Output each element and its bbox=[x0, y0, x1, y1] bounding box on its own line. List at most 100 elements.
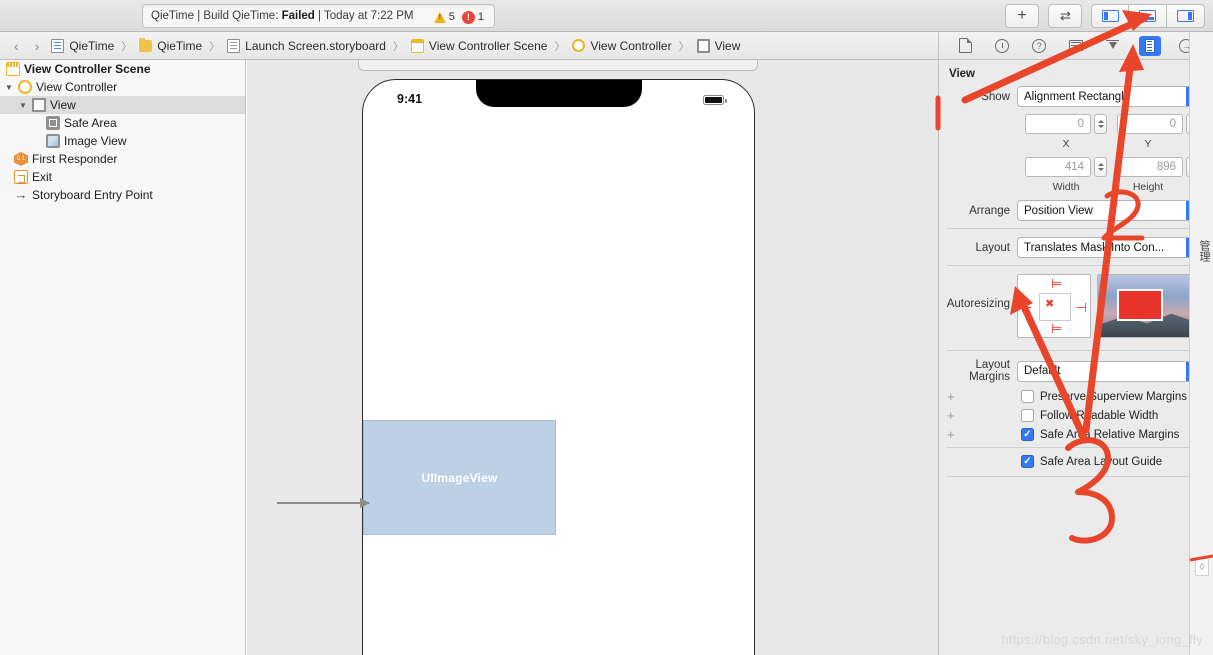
autoresizing-top-strut-icon[interactable]: ⊨ bbox=[1051, 277, 1062, 290]
safe-area-layout-guide-checkbox[interactable] bbox=[1021, 455, 1034, 468]
autoresizing-left-strut-icon[interactable]: ⊢ bbox=[1021, 301, 1032, 314]
history-inspector-tab[interactable] bbox=[991, 36, 1013, 56]
follow-readable-width-checkbox[interactable] bbox=[1021, 409, 1034, 422]
height-field-group: 896 bbox=[1117, 157, 1199, 177]
breadcrumb-item-group[interactable]: QieTime bbox=[139, 37, 202, 53]
autoresizing-control[interactable]: ⊨ ⊨ ⊢ ⊣ ✖ bbox=[1017, 274, 1091, 338]
y-label: Y bbox=[1144, 138, 1152, 150]
show-row: Show Alignment Rectangle bbox=[939, 86, 1213, 107]
preserve-superview-margins-label: Preserve Superview Margins bbox=[1040, 390, 1188, 403]
error-icon[interactable] bbox=[461, 10, 475, 24]
outline-row-image-view[interactable]: Image View bbox=[0, 132, 245, 150]
breadcrumb-item-scene[interactable]: View Controller Scene bbox=[410, 38, 547, 53]
inspector-tab-bar bbox=[939, 32, 1213, 60]
breadcrumb-label: Launch Screen.storyboard bbox=[245, 38, 386, 53]
add-constraint-plus-icon[interactable]: + bbox=[947, 409, 955, 422]
autoresizing-right-strut-icon[interactable]: ⊣ bbox=[1076, 301, 1087, 314]
attributes-inspector-tab[interactable] bbox=[1102, 36, 1124, 56]
storyboard-icon bbox=[227, 38, 241, 53]
autoresizing-preview bbox=[1097, 274, 1193, 338]
outline-label: Safe Area bbox=[64, 116, 117, 130]
x-input[interactable]: 0 bbox=[1025, 114, 1091, 134]
interface-builder-canvas[interactable]: 9:41 UIImageView bbox=[247, 60, 938, 655]
autoresizing-label: Autoresizing bbox=[946, 298, 1010, 310]
navigator-toggle-button[interactable] bbox=[1091, 4, 1129, 28]
width-field-group: 414 bbox=[1025, 157, 1107, 177]
layout-value: Translates Mask Into Con... bbox=[1024, 241, 1165, 254]
outline-row-view-controller[interactable]: ▼ View Controller bbox=[0, 78, 245, 96]
stepper-up-icon bbox=[1097, 120, 1104, 123]
preserve-superview-margins-row[interactable]: + Preserve Superview Margins bbox=[939, 390, 1213, 403]
breadcrumb-item-view[interactable]: View bbox=[696, 38, 740, 53]
y-input[interactable]: 0 bbox=[1117, 114, 1183, 134]
slider-down-icon bbox=[1106, 39, 1120, 52]
size-inspector-tab[interactable] bbox=[1138, 35, 1161, 56]
outline-label: View Controller bbox=[36, 80, 118, 94]
breadcrumb-item-storyboard[interactable]: Launch Screen.storyboard bbox=[227, 38, 386, 53]
autoresizing-spring-icon[interactable]: ✖ bbox=[1045, 299, 1054, 310]
utilities-inspector: View Show Alignment Rectangle 0 0 bbox=[938, 32, 1213, 655]
view-controller-icon bbox=[572, 39, 586, 52]
width-stepper[interactable] bbox=[1094, 157, 1107, 177]
add-editor-button[interactable]: + bbox=[1005, 4, 1039, 28]
outline-row-exit[interactable]: Exit bbox=[0, 168, 245, 186]
file-inspector-tab[interactable] bbox=[954, 36, 976, 56]
size-row: 414 896 bbox=[939, 157, 1213, 177]
outline-row-scene[interactable]: View Controller Scene bbox=[0, 60, 245, 78]
plus-icon: + bbox=[1017, 7, 1027, 24]
width-input[interactable]: 414 bbox=[1025, 157, 1091, 177]
add-constraint-plus-icon[interactable]: + bbox=[947, 390, 955, 403]
quick-help-inspector-tab[interactable] bbox=[1028, 36, 1050, 56]
section-divider bbox=[947, 447, 1205, 448]
breadcrumb-item-project[interactable]: QieTime bbox=[51, 38, 114, 53]
height-input[interactable]: 896 bbox=[1117, 157, 1183, 177]
autoresizing-preview-rect bbox=[1117, 289, 1163, 321]
add-constraint-plus-icon[interactable]: + bbox=[947, 428, 955, 441]
show-popup-button[interactable]: Alignment Rectangle bbox=[1017, 86, 1205, 107]
outline-row-first-responder[interactable]: First Responder bbox=[0, 150, 245, 168]
error-count: 1 bbox=[477, 11, 484, 23]
device-preview[interactable]: 9:41 UIImageView bbox=[362, 79, 755, 655]
layout-margins-popup-button[interactable]: Default bbox=[1017, 360, 1205, 382]
outline-label: First Responder bbox=[32, 152, 118, 166]
x-stepper[interactable] bbox=[1094, 114, 1107, 134]
uiimageview-label: UIImageView bbox=[421, 470, 498, 485]
forward-arrow-icon[interactable]: › bbox=[35, 38, 40, 54]
breadcrumb-item-view-controller[interactable]: View Controller bbox=[572, 38, 672, 53]
panel-toggle-group bbox=[1091, 4, 1205, 28]
preserve-superview-margins-checkbox[interactable] bbox=[1021, 390, 1034, 403]
safe-area-relative-margins-row[interactable]: + Safe Area Relative Margins bbox=[939, 428, 1213, 441]
toolbar-right-controls: + ⇄ bbox=[1005, 4, 1205, 28]
editor-options-button[interactable]: ⇄ bbox=[1048, 4, 1082, 28]
show-value: Alignment Rectangle bbox=[1024, 90, 1131, 103]
outline-row-safe-area[interactable]: Safe Area bbox=[0, 114, 245, 132]
warning-icon[interactable] bbox=[433, 11, 446, 23]
layout-popup-button[interactable]: Translates Mask Into Con... bbox=[1017, 237, 1205, 258]
inspector-toggle-button[interactable] bbox=[1167, 4, 1205, 28]
breadcrumb-label: View Controller bbox=[590, 38, 672, 53]
outline-label: View bbox=[50, 98, 76, 112]
section-divider bbox=[947, 265, 1205, 266]
disclosure-triangle-icon[interactable]: ▼ bbox=[18, 101, 28, 110]
outline-row-view[interactable]: ▼ View bbox=[0, 96, 245, 114]
stepper-down-icon bbox=[1097, 125, 1104, 128]
disclosure-triangle-icon[interactable]: ▼ bbox=[4, 83, 14, 92]
safe-area-layout-guide-row[interactable]: Safe Area Layout Guide bbox=[939, 455, 1213, 468]
document-outline: View Controller Scene ▼ View Controller … bbox=[0, 60, 246, 655]
layout-margins-label: Layout Margins bbox=[969, 359, 1010, 383]
debug-area-toggle-button[interactable] bbox=[1129, 4, 1167, 28]
first-responder-icon bbox=[14, 152, 28, 166]
identity-inspector-tab[interactable] bbox=[1065, 36, 1087, 56]
autoresizing-bottom-strut-icon[interactable]: ⊨ bbox=[1051, 322, 1062, 335]
main-toolbar: QieTime | Build QieTime: Failed | Today … bbox=[0, 0, 1213, 32]
swap-arrows-icon: ⇄ bbox=[1060, 8, 1071, 23]
safe-area-relative-margins-checkbox[interactable] bbox=[1021, 428, 1034, 441]
size-inspector-body: View Show Alignment Rectangle 0 0 X Y 41… bbox=[939, 60, 1213, 477]
status-prefix: QieTime | Build QieTime: bbox=[151, 10, 282, 22]
arrange-popup-button[interactable]: Position View bbox=[1017, 200, 1205, 221]
outline-row-entry-point[interactable]: → Storyboard Entry Point bbox=[0, 186, 245, 204]
navigation-arrows: ‹ › bbox=[0, 38, 51, 54]
follow-readable-width-row[interactable]: + Follow Readable Width bbox=[939, 409, 1213, 422]
back-arrow-icon[interactable]: ‹ bbox=[14, 38, 19, 54]
uiimageview-placeholder[interactable]: UIImageView bbox=[363, 420, 556, 535]
